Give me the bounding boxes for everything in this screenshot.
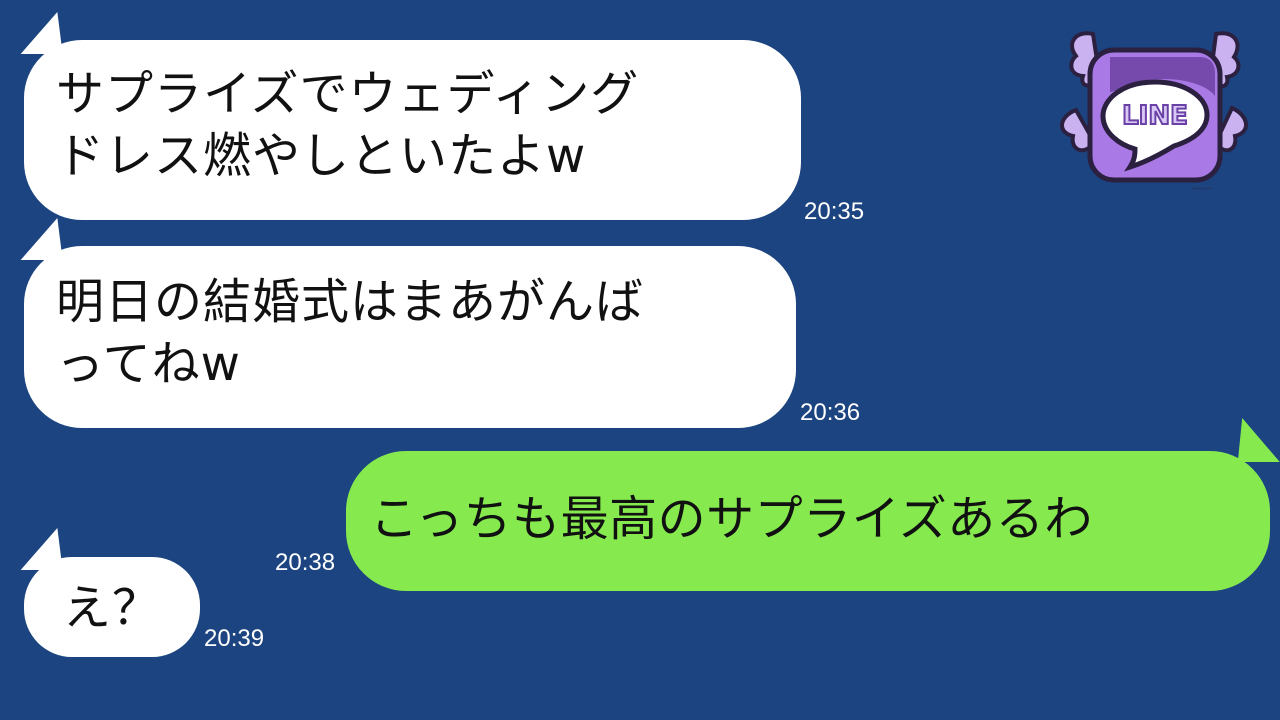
line-logo-icon: LINE 〰〰〰 [1060, 31, 1248, 193]
logo-text: LINE [1122, 101, 1188, 131]
message-timestamp: 20:38 [275, 549, 336, 576]
message-timestamp: 20:35 [804, 198, 865, 225]
svg-text:〰〰〰: 〰〰〰 [1192, 185, 1213, 193]
message-timestamp: 20:39 [204, 625, 265, 652]
incoming-message-bubble[interactable]: 明日の結婚式はまあがんば ってねw [24, 246, 796, 428]
outgoing-message-bubble[interactable]: こっちも最高のサプライズあるわ [346, 451, 1270, 591]
chat-area: サプライズでウェディング ドレス燃やしといたよw 20:35 明日の結婚式はまあ… [0, 0, 1280, 720]
incoming-message-bubble[interactable]: サプライズでウェディング ドレス燃やしといたよw [24, 40, 801, 220]
incoming-message-bubble[interactable]: え？ [24, 557, 200, 657]
message-timestamp: 20:36 [800, 399, 861, 426]
